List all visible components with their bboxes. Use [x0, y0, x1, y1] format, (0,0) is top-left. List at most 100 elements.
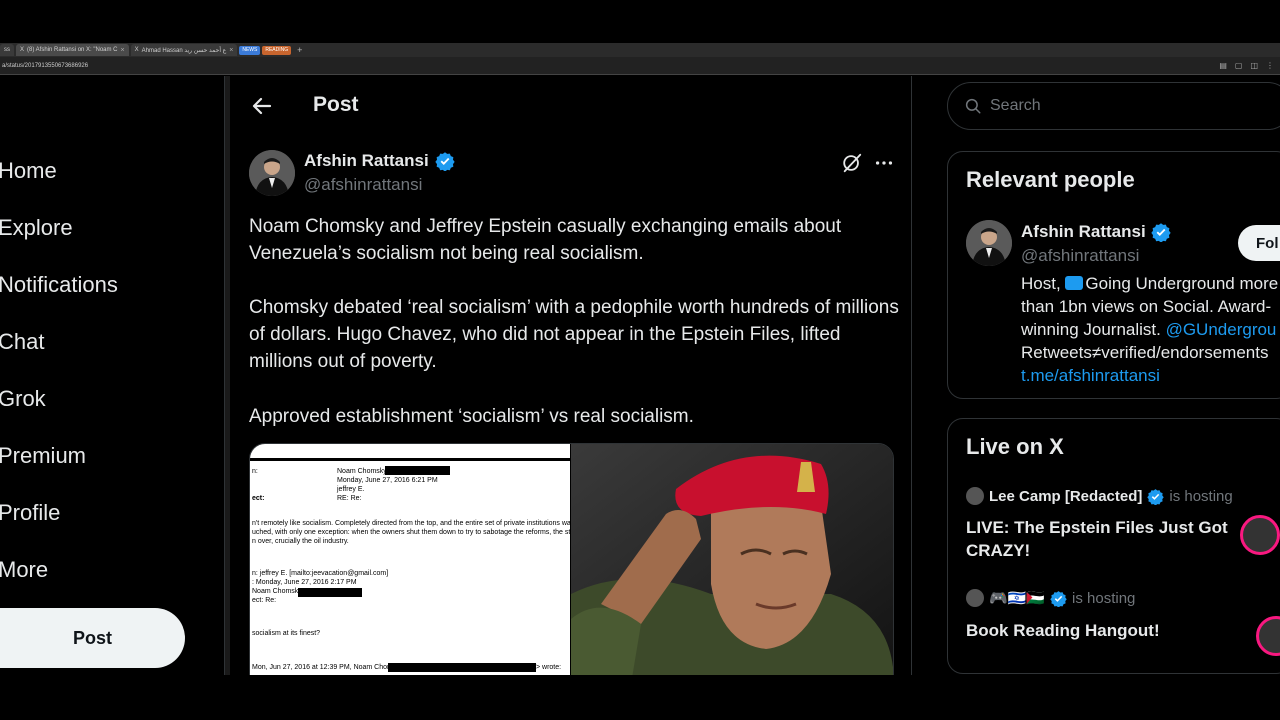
close-icon[interactable]: ×	[121, 47, 125, 54]
tab-label: ss	[4, 47, 10, 53]
bio-text: winning Journalist.	[1021, 320, 1166, 339]
live-space-title[interactable]: Book Reading Hangout!	[966, 619, 1236, 642]
live-space-host[interactable]: 🎮🇮🇱🇵🇸 is hosting	[966, 589, 1135, 607]
grok-icon[interactable]	[841, 152, 863, 174]
host-avatar	[966, 589, 984, 607]
verified-badge-icon	[1050, 590, 1067, 607]
bio-text: Host,	[1021, 274, 1066, 293]
live-space-thumbnail[interactable]	[1256, 616, 1280, 656]
main-column: Post Afshin Rattansi @afshinrattansi Noa…	[230, 76, 912, 675]
tweet-paragraph: Approved establishment ‘socialism’ vs re…	[249, 406, 694, 427]
back-arrow-icon[interactable]	[250, 94, 274, 118]
author-handle[interactable]: @afshinrattansi	[304, 175, 422, 195]
email-line: Mon, Jun 27, 2016 at 12:39 PM, Noam Chom…	[252, 664, 410, 671]
email-line: socialism at its finest?	[252, 630, 321, 637]
redaction-bar	[298, 588, 362, 597]
email-line: ect: Re:	[252, 597, 277, 604]
live-space-host[interactable]: Lee Camp [Redacted] is hosting	[966, 487, 1233, 505]
host-status: is hosting	[1072, 589, 1136, 607]
email-line: : Monday, June 27, 2016 2:17 PM	[252, 579, 357, 586]
nav-grok[interactable]: Grok	[0, 386, 46, 412]
bio-url-link[interactable]: t.me/afshinrattansi	[1021, 364, 1280, 387]
email-line: jeffrey E.	[337, 486, 365, 493]
left-navigation: Home Explore Notifications Chat Grok Pre…	[0, 76, 224, 675]
verified-badge-icon	[435, 152, 455, 171]
redaction-bar	[388, 663, 536, 672]
nav-premium[interactable]: Premium	[0, 443, 86, 469]
relevant-people-title: Relevant people	[966, 167, 1135, 192]
browser-tab[interactable]: X Ahmad Hassan ع أحمد حسن ريد ×	[130, 44, 238, 56]
page-title: Post	[313, 93, 359, 116]
email-line: > wrote:	[536, 664, 562, 671]
verified-badge-icon	[1151, 223, 1171, 242]
email-line: ect:	[252, 495, 265, 502]
bio-text: Going Underground more	[1085, 274, 1279, 293]
tweet-paragraph: Noam Chomsky and Jeffrey Epstein casuall…	[249, 216, 842, 264]
tab-label: (8) Afshin Rattansi on X: "Noam C	[27, 47, 118, 53]
tab-group-news[interactable]: NEWS	[239, 45, 261, 55]
tab-group-reading[interactable]: READING	[262, 45, 292, 55]
relevant-person-handle[interactable]: @afshinrattansi	[1021, 246, 1139, 266]
host-name: 🎮🇮🇱🇵🇸	[989, 590, 1046, 607]
redaction-bar	[385, 466, 450, 475]
email-line: Noam Chomsky	[337, 468, 387, 475]
email-line: n: jeffrey E. [mailto:jeevacation@gmail.…	[252, 570, 389, 577]
relevant-person-name-text: Afshin Rattansi	[1021, 222, 1146, 241]
more-options-icon[interactable]	[873, 152, 895, 174]
bookmark-icon[interactable]: ▢	[1235, 61, 1243, 70]
reader-icon[interactable]: ▤	[1219, 61, 1227, 70]
host-name: Lee Camp [Redacted]	[989, 487, 1143, 505]
browser-tab-bar: ss X (8) Afshin Rattansi on X: "Noam C × X…	[0, 43, 1280, 57]
nav-more[interactable]: More	[0, 557, 48, 583]
search-placeholder: Search	[990, 97, 1041, 114]
live-space-thumbnail[interactable]	[1240, 515, 1280, 555]
host-status: is hosting	[1169, 487, 1233, 505]
email-line: uched, with only one exception: when the…	[252, 529, 592, 536]
right-sidebar: Search Relevant people Afshin Rattansi @…	[912, 76, 1280, 675]
menu-icon[interactable]: ⋮	[1266, 61, 1274, 70]
tweet-paragraph: Chomsky debated ‘real socialism’ with a …	[249, 297, 899, 372]
nav-explore[interactable]: Explore	[0, 215, 73, 241]
bio-text: than 1bn views on Social. Award-	[1021, 297, 1272, 316]
url-text: a/status/2017913550673686926	[2, 62, 89, 69]
letterbox-top	[0, 0, 1280, 43]
relevant-person-name[interactable]: Afshin Rattansi	[1021, 222, 1171, 242]
email-line: n't remotely like socialism. Completely …	[252, 520, 586, 527]
document-rule	[250, 458, 571, 461]
live-on-x-title: Live on X	[966, 434, 1064, 459]
email-line: n:	[252, 468, 258, 475]
relevant-person-avatar[interactable]	[966, 220, 1012, 266]
bio-mention-link[interactable]: @GUndergrou	[1166, 320, 1277, 339]
x-logo-icon: X	[134, 47, 139, 53]
tab-label: Ahmad Hassan ع أحمد حسن ريد	[141, 47, 227, 54]
search-icon	[965, 98, 981, 114]
relevant-person-bio: Host, Going Underground more than 1bn vi…	[1021, 272, 1280, 387]
nav-home[interactable]: Home	[0, 158, 57, 184]
follow-button[interactable]: Fol	[1238, 225, 1280, 261]
nav-chat[interactable]: Chat	[0, 329, 44, 355]
address-bar-icons: ▤ ▢ ◫ ⋮	[1219, 61, 1274, 70]
nav-profile[interactable]: Profile	[0, 500, 60, 526]
search-input[interactable]: Search	[947, 82, 1280, 130]
new-tab-button[interactable]: +	[293, 45, 306, 55]
x-logo-icon: X	[20, 47, 25, 53]
nav-notifications[interactable]: Notifications	[0, 272, 118, 298]
author-name-text: Afshin Rattansi	[304, 151, 429, 170]
author-avatar[interactable]	[249, 150, 295, 196]
author-name[interactable]: Afshin Rattansi	[304, 151, 455, 171]
browser-tab[interactable]: ss	[0, 44, 14, 56]
close-icon[interactable]: ×	[229, 47, 233, 54]
live-space-title[interactable]: LIVE: The Epstein Files Just Got CRAZY!	[966, 516, 1236, 562]
address-bar[interactable]: a/status/2017913550673686926 ▤ ▢ ◫ ⋮	[0, 57, 1280, 75]
post-button[interactable]: Post	[0, 608, 185, 668]
browser-tab-active[interactable]: X (8) Afshin Rattansi on X: "Noam C ×	[16, 44, 129, 56]
email-document-image[interactable]: n: Noam Chomsky Monday, June 27, 2016 6:…	[250, 444, 592, 675]
extensions-icon[interactable]: ◫	[1250, 61, 1258, 70]
hugo-chavez-photo[interactable]	[571, 444, 893, 675]
tweet-media[interactable]: n: Noam Chomsky Monday, June 27, 2016 6:…	[249, 443, 894, 675]
email-line: n over, crucially the oil industry.	[252, 538, 349, 545]
live-on-x-card: Live on X Lee Camp [Redacted] is hosting…	[947, 418, 1280, 674]
host-avatar	[966, 487, 984, 505]
bio-text: Retweets≠verified/endorsements	[1021, 343, 1269, 362]
relevant-people-card: Relevant people Afshin Rattansi @afshinr…	[947, 151, 1280, 399]
